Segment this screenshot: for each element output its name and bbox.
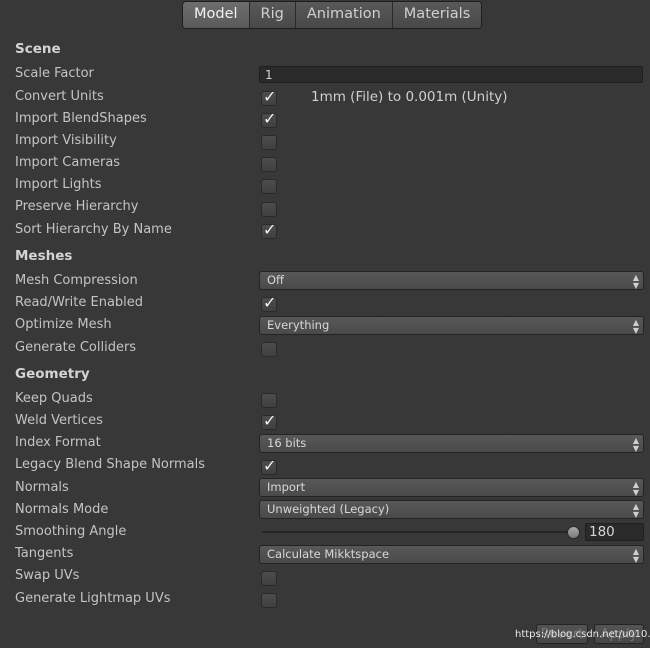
import-visibility-checkbox[interactable]	[261, 135, 277, 150]
weld-vertices-label: Weld Vertices	[15, 413, 103, 428]
preserve-hierarchy-label: Preserve Hierarchy	[15, 199, 139, 214]
sort-hierarchy-label: Sort Hierarchy By Name	[15, 222, 172, 237]
keep-quads-label: Keep Quads	[15, 391, 93, 406]
normals-label: Normals	[15, 480, 69, 495]
normals-dropdown[interactable]: Import ▲ ▼	[259, 478, 644, 497]
tangents-dropdown[interactable]: Calculate Mikktspace ▲ ▼	[259, 545, 644, 564]
checkmark-icon: ✓	[263, 220, 277, 239]
checkmark-icon: ✓	[263, 293, 277, 312]
optimize-mesh-value: Everything	[267, 318, 330, 332]
tab-animation[interactable]: Animation	[295, 2, 393, 28]
keep-quads-checkbox[interactable]	[261, 393, 277, 408]
dropdown-arrows-icon: ▲ ▼	[632, 273, 639, 290]
meshes-header: Meshes	[15, 248, 73, 264]
import-blendshapes-checkbox[interactable]: ✓	[261, 109, 277, 128]
lightmap-uvs-label: Generate Lightmap UVs	[15, 591, 171, 606]
read-write-checkbox[interactable]: ✓	[261, 293, 277, 312]
import-visibility-label: Import Visibility	[15, 133, 117, 148]
normals-value: Import	[267, 480, 306, 494]
mesh-compression-label: Mesh Compression	[15, 273, 138, 288]
import-lights-checkbox[interactable]	[261, 179, 277, 194]
mesh-compression-value: Off	[267, 273, 284, 287]
mesh-compression-dropdown[interactable]: Off ▲ ▼	[259, 271, 644, 290]
convert-units-checkbox[interactable]: ✓	[261, 87, 277, 106]
dropdown-arrows-icon: ▲ ▼	[632, 436, 639, 453]
index-format-dropdown[interactable]: 16 bits ▲ ▼	[259, 434, 644, 453]
index-format-value: 16 bits	[267, 436, 307, 450]
preserve-hierarchy-checkbox[interactable]	[261, 202, 277, 217]
smoothing-angle-input[interactable]: 180	[585, 523, 644, 541]
optimize-mesh-dropdown[interactable]: Everything ▲ ▼	[259, 316, 644, 335]
legacy-blend-normals-checkbox[interactable]: ✓	[261, 456, 277, 475]
tab-materials[interactable]: Materials	[392, 2, 482, 28]
scene-header: Scene	[15, 41, 61, 57]
weld-vertices-checkbox[interactable]: ✓	[261, 411, 277, 430]
sort-hierarchy-checkbox[interactable]: ✓	[261, 220, 277, 239]
tangents-label: Tangents	[15, 546, 74, 561]
dropdown-arrows-icon: ▲ ▼	[632, 318, 639, 335]
normals-mode-value: Unweighted (Legacy)	[267, 502, 390, 516]
import-cameras-label: Import Cameras	[15, 155, 121, 170]
importer-tabs: Model Rig Animation Materials	[182, 1, 483, 29]
optimize-mesh-label: Optimize Mesh	[15, 317, 112, 332]
convert-units-note: 1mm (File) to 0.001m (Unity)	[311, 89, 508, 105]
import-blendshapes-label: Import BlendShapes	[15, 111, 147, 126]
smoothing-angle-thumb[interactable]	[567, 526, 580, 539]
watermark: https://blog.csdn.net/u010...	[515, 629, 650, 640]
normals-mode-label: Normals Mode	[15, 502, 109, 517]
tab-model[interactable]: Model	[183, 2, 250, 28]
dropdown-arrows-icon: ▲ ▼	[632, 547, 639, 564]
import-lights-label: Import Lights	[15, 177, 102, 192]
normals-mode-dropdown[interactable]: Unweighted (Legacy) ▲ ▼	[259, 500, 644, 519]
swap-uvs-label: Swap UVs	[15, 568, 80, 583]
checkmark-icon: ✓	[263, 411, 277, 430]
lightmap-uvs-checkbox[interactable]	[261, 593, 277, 608]
index-format-label: Index Format	[15, 435, 101, 450]
read-write-label: Read/Write Enabled	[15, 295, 144, 310]
swap-uvs-checkbox[interactable]	[261, 571, 277, 586]
checkmark-icon: ✓	[263, 109, 277, 128]
dropdown-arrows-icon: ▲ ▼	[632, 502, 639, 519]
convert-units-label: Convert Units	[15, 89, 104, 104]
scale-factor-input[interactable]: 1	[259, 66, 643, 83]
checkmark-icon: ✓	[263, 456, 277, 475]
scale-factor-label: Scale Factor	[15, 66, 94, 81]
legacy-blend-normals-label: Legacy Blend Shape Normals	[15, 457, 206, 472]
checkmark-icon: ✓	[263, 87, 277, 106]
import-cameras-checkbox[interactable]	[261, 157, 277, 172]
generate-colliders-label: Generate Colliders	[15, 340, 137, 355]
tab-rig[interactable]: Rig	[249, 2, 296, 28]
smoothing-angle-label: Smoothing Angle	[15, 524, 127, 539]
tangents-value: Calculate Mikktspace	[267, 547, 390, 561]
dropdown-arrows-icon: ▲ ▼	[632, 480, 639, 497]
smoothing-angle-track[interactable]	[262, 531, 574, 533]
generate-colliders-checkbox[interactable]	[261, 342, 277, 357]
geometry-header: Geometry	[15, 366, 90, 382]
